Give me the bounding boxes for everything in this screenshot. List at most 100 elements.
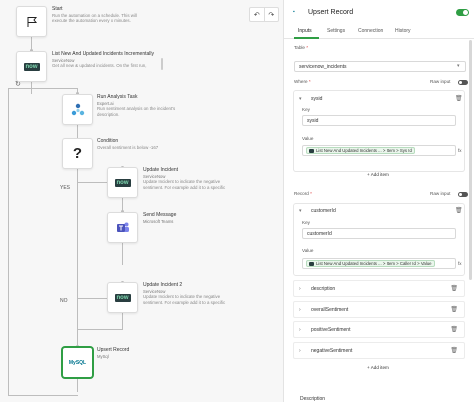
loop-line (8, 395, 78, 396)
fx-icon[interactable]: fx (458, 261, 462, 266)
record-key-field[interactable]: customerId (302, 228, 456, 239)
trash-icon[interactable]: 🗑 (455, 207, 463, 214)
active-tab-indicator (294, 37, 319, 39)
node-desc: Get all new & updated incidents. On the … (52, 62, 147, 68)
connector (77, 329, 123, 330)
flag-icon (27, 16, 37, 27)
tab-history[interactable]: History (395, 28, 411, 34)
panel-header: ▪ Upsert Record (284, 0, 474, 26)
analysis-text: Run Analysis Task Expert.ai Run sentimen… (97, 94, 205, 117)
node-desc: Overall sentiment is below -167 (97, 144, 159, 150)
trash-icon[interactable]: 🗑 (455, 95, 463, 102)
where-key-field[interactable]: sysid (302, 115, 456, 126)
list-incidents-node[interactable]: now (16, 51, 47, 82)
record-item-description[interactable]: › description 🗑 (293, 280, 465, 297)
where-item-header: ▾ sysid 🗑 Key sysid Value List New And U… (293, 90, 465, 172)
loop-line (8, 88, 32, 89)
where-item-name: sysid (311, 96, 323, 102)
undo-button[interactable]: ↶ (250, 8, 264, 21)
where-add-item-button[interactable]: + Add item (367, 172, 389, 177)
chevron-down-icon[interactable]: ▾ (299, 96, 302, 102)
node-desc: description. (97, 111, 120, 117)
update-incident-2-text: Update Incident 2 ServiceNow Update Inci… (143, 282, 251, 305)
table-label: Table * (294, 45, 309, 50)
undo-icon: ↶ (253, 11, 260, 19)
question-icon: ? (72, 145, 83, 162)
table-select[interactable]: servicenow_incidents (294, 61, 466, 72)
value-chip: List New And Updated Incidents ... > Ite… (306, 147, 415, 154)
workflow-canvas[interactable]: ↻ Start Run the automation on a schedule… (0, 0, 283, 402)
record-item-card: ▾ customerId 🗑 Key customerId Value List… (293, 203, 465, 276)
where-raw-input-label: Raw input (430, 79, 451, 84)
mysql-icon: ▪ (293, 9, 295, 15)
tab-inputs[interactable]: Inputs (298, 28, 312, 34)
node-desc: sentiment. For example add it to a speci… (143, 299, 226, 305)
value-label: Value (302, 248, 314, 253)
value-chip: List New And Updated Incidents ... > Ite… (306, 260, 435, 267)
send-message-node[interactable] (107, 212, 138, 243)
record-add-item-button[interactable]: + Add item (367, 365, 389, 370)
record-item-overall-sentiment[interactable]: › overallSentiment 🗑 (293, 301, 465, 318)
tab-settings[interactable]: Settings (327, 28, 345, 34)
connector (122, 243, 123, 265)
panel-tabs: Inputs Settings Connection History (284, 26, 474, 39)
update-incident-2-node[interactable]: now (107, 282, 138, 313)
description-label: Description (300, 396, 326, 402)
condition-node[interactable]: ? (62, 138, 93, 169)
trash-icon[interactable]: 🗑 (450, 326, 458, 333)
servicenow-icon: now (114, 293, 131, 302)
servicenow-icon (309, 148, 314, 153)
record-value-field[interactable]: List New And Updated Incidents ... > Ite… (302, 258, 456, 269)
record-item-positive-sentiment[interactable]: › positiveSentiment 🗑 (293, 321, 465, 338)
list-incidents-text: List New And Updated Incidents Increment… (52, 51, 160, 69)
chevron-right-icon: › (299, 286, 301, 292)
connector (31, 88, 78, 89)
upsert-record-text: Upsert Record MySql (97, 347, 205, 359)
panel-scrollbar[interactable] (469, 40, 472, 280)
chevron-right-icon: › (299, 348, 301, 354)
record-item-negative-sentiment[interactable]: › negativeSentiment 🗑 (293, 342, 465, 359)
enabled-toggle[interactable] (456, 9, 469, 16)
upsert-record-node[interactable]: MySQL (62, 347, 93, 378)
chevron-down-icon[interactable]: ▾ (299, 208, 302, 214)
node-subtitle: MySql (97, 353, 109, 359)
servicenow-icon: now (114, 178, 131, 187)
update-incident-text: Update Incident ServiceNow Update Incide… (143, 167, 251, 190)
start-node[interactable] (16, 6, 47, 37)
condition-text: Condition Overall sentiment is below -16… (97, 138, 205, 150)
servicenow-icon (309, 261, 314, 266)
teams-icon (116, 222, 129, 232)
servicenow-icon: now (23, 62, 40, 71)
redo-icon: ↷ (268, 11, 275, 19)
where-value-field[interactable]: List New And Updated Incidents ... > Ite… (302, 145, 456, 156)
record-raw-input-label: Raw input (430, 191, 451, 196)
chevron-right-icon: › (299, 327, 301, 333)
node-subtitle: Microsoft Teams (143, 218, 174, 224)
chevron-down-icon: ▾ (457, 63, 460, 69)
scroll-indicator (161, 58, 163, 70)
record-raw-input-toggle[interactable] (458, 192, 468, 197)
mysql-icon: MySQL (68, 359, 87, 366)
node-desc: execute the automation every x minutes. (52, 18, 131, 24)
record-item-name: customerId (311, 208, 336, 214)
update-incident-node[interactable]: now (107, 167, 138, 198)
start-node-text: Start Run the automation on a schedule. … (52, 6, 160, 24)
value-label: Value (302, 136, 314, 141)
branch-yes-label: YES (60, 185, 71, 191)
trash-icon[interactable]: 🗑 (450, 347, 458, 354)
undo-redo-group: ↶ ↷ (249, 7, 279, 22)
node-desc: sentiment. For example add it to a speci… (143, 184, 226, 190)
panel-title: Upsert Record (308, 9, 354, 16)
branch-no-label: NO (60, 298, 68, 304)
send-message-text: Send Message Microsoft Teams (143, 212, 251, 224)
key-label: Key (302, 220, 310, 225)
trash-icon[interactable]: 🗑 (450, 285, 458, 292)
record-label: Record * (294, 191, 312, 196)
trash-icon[interactable]: 🗑 (450, 306, 458, 313)
loop-line (8, 88, 9, 395)
analysis-node[interactable] (62, 94, 93, 125)
tab-connection[interactable]: Connection (358, 28, 383, 34)
fx-icon[interactable]: fx (458, 148, 462, 153)
where-raw-input-toggle[interactable] (458, 80, 468, 85)
redo-button[interactable]: ↷ (263, 8, 279, 21)
